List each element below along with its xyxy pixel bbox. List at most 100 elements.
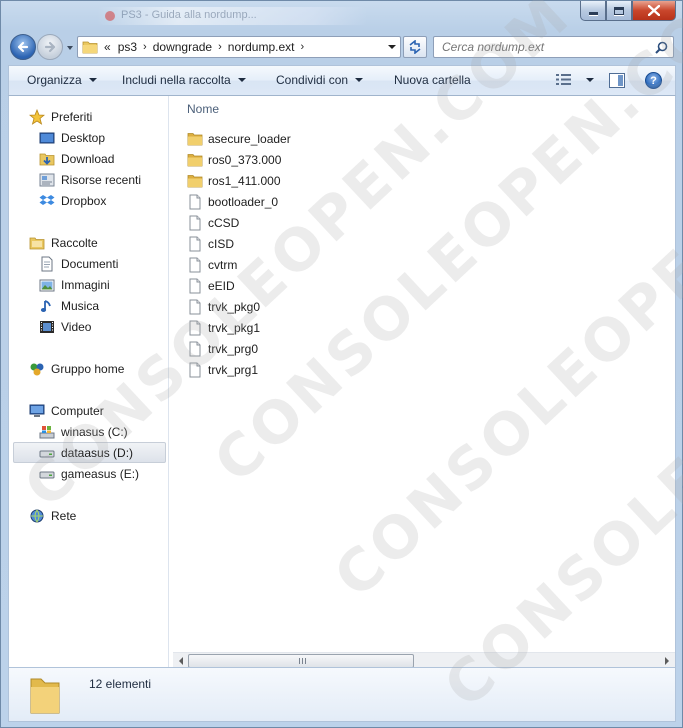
search-icon[interactable] — [655, 41, 668, 54]
nav-computer[interactable]: Computer — [29, 400, 104, 421]
pane-splitter[interactable] — [168, 96, 169, 667]
nav-item-documents[interactable]: Documenti — [39, 253, 118, 274]
file-name: ros1_411.000 — [208, 173, 281, 188]
file-name: cCSD — [208, 215, 240, 230]
nav-item-music[interactable]: Musica — [39, 295, 99, 316]
file-name: trvk_prg0 — [208, 341, 259, 356]
nav-network-label: Rete — [51, 508, 77, 523]
nav-item-label: Documenti — [61, 256, 119, 271]
breadcrumb-nordump[interactable]: nordump.ext — [228, 40, 295, 54]
computer-icon — [29, 404, 45, 417]
folder-icon — [30, 678, 60, 714]
file-row[interactable]: bootloader_0 — [187, 191, 278, 212]
maximize-button[interactable] — [606, 1, 632, 21]
scroll-left-icon[interactable] — [179, 657, 183, 665]
search-input[interactable] — [434, 37, 644, 57]
nav-item-label: gameasus (E:) — [61, 466, 140, 481]
folder-row[interactable]: asecure_loader — [187, 128, 291, 149]
desktop-icon — [39, 132, 55, 143]
breadcrumb-ps3[interactable]: ps3 — [118, 40, 137, 54]
file-row[interactable]: trvk_pkg1 — [187, 317, 260, 338]
nav-item-dropbox[interactable]: Dropbox — [39, 190, 106, 211]
nav-item-desktop[interactable]: Desktop — [39, 127, 105, 148]
file-name: ros0_373.000 — [208, 152, 282, 167]
file-name: trvk_pkg0 — [208, 299, 261, 314]
recent-pages-dropdown-icon[interactable] — [65, 43, 75, 53]
title-bar[interactable]: PS3 - Guida alla nordump... — [1, 1, 682, 31]
breadcrumb-separator-icon[interactable]: › — [218, 41, 222, 53]
command-bar: Organizza Includi nella raccolta Condivi… — [8, 65, 676, 96]
file-row[interactable]: cISD — [187, 233, 234, 254]
file-row[interactable]: cvtrm — [187, 254, 237, 275]
address-bar[interactable]: « ps3 › downgrade › nordump.ext › — [77, 36, 401, 58]
tab-title: PS3 - Guida alla nordump... — [121, 9, 257, 21]
file-row[interactable]: trvk_prg1 — [187, 359, 258, 380]
nav-homegroup[interactable]: Gruppo home — [29, 358, 124, 379]
nav-item-label: Video — [61, 319, 92, 334]
nav-item-label: Desktop — [61, 130, 106, 145]
nav-item-label: winasus (C:) — [61, 424, 128, 439]
organize-menu[interactable]: Organizza — [27, 73, 97, 87]
chevron-down-icon — [237, 78, 246, 82]
hard-drive-icon — [39, 450, 55, 457]
include-in-library-menu[interactable]: Includi nella raccolta — [122, 73, 246, 87]
nav-drive-e[interactable]: gameasus (E:) — [39, 463, 139, 484]
share-with-menu[interactable]: Condividi con — [276, 73, 364, 87]
file-list[interactable]: Nome asecure_loader ros0_373.000 ros1_411.… — [173, 96, 675, 667]
refresh-button[interactable] — [403, 36, 427, 58]
folder-icon — [187, 153, 203, 166]
address-history-dropdown-icon[interactable] — [388, 45, 396, 49]
forward-button[interactable] — [37, 34, 63, 60]
navigation-pane[interactable]: Preferiti Desktop Download Risorse recen… — [9, 96, 168, 667]
file-icon — [189, 236, 201, 251]
breadcrumb-separator-icon[interactable]: › — [143, 41, 147, 53]
nav-item-recent[interactable]: Risorse recenti — [39, 169, 141, 190]
breadcrumb-overflow[interactable]: « — [104, 40, 111, 54]
file-row[interactable]: cCSD — [187, 212, 239, 233]
system-drive-icon — [39, 425, 55, 438]
new-folder-button[interactable]: Nuova cartella — [394, 73, 471, 87]
nav-libraries[interactable]: Raccolte — [29, 232, 98, 253]
scroll-thumb[interactable] — [188, 654, 414, 668]
breadcrumb-downgrade[interactable]: downgrade — [153, 40, 212, 54]
breadcrumb-separator-icon[interactable]: › — [300, 41, 304, 53]
close-button[interactable] — [632, 1, 676, 21]
nav-network[interactable]: Rete — [29, 505, 76, 526]
help-icon: ? — [650, 74, 657, 87]
search-box[interactable] — [433, 36, 674, 58]
pictures-icon — [39, 279, 55, 291]
folder-row[interactable]: ros0_373.000 — [187, 149, 281, 170]
nav-item-video[interactable]: Video — [39, 316, 91, 337]
nav-drive-d[interactable]: dataasus (D:) — [13, 442, 166, 463]
file-row[interactable]: eEID — [187, 275, 235, 296]
arrow-right-icon — [44, 41, 56, 53]
dropbox-icon — [39, 194, 55, 205]
share-label: Condividi con — [276, 73, 349, 87]
help-button[interactable]: ? — [645, 72, 662, 89]
scroll-right-icon[interactable] — [665, 657, 669, 665]
file-name: bootloader_0 — [208, 194, 279, 209]
nav-libraries-label: Raccolte — [51, 235, 98, 250]
nav-item-pictures[interactable]: Immagini — [39, 274, 110, 295]
nav-favorites[interactable]: Preferiti — [29, 106, 92, 127]
file-icon — [189, 194, 201, 209]
file-row[interactable]: trvk_pkg0 — [187, 296, 260, 317]
tab-favicon-icon — [105, 11, 115, 21]
nav-drive-c[interactable]: winasus (C:) — [39, 421, 128, 442]
preview-pane-button[interactable] — [609, 73, 625, 88]
column-header-name[interactable]: Nome — [187, 102, 219, 116]
file-row[interactable]: trvk_prg0 — [187, 338, 258, 359]
minimize-button[interactable] — [580, 1, 606, 21]
nav-item-label: Risorse recenti — [61, 172, 142, 187]
folder-row[interactable]: ros1_411.000 — [187, 170, 281, 191]
nav-item-download[interactable]: Download — [39, 148, 114, 169]
file-icon — [189, 215, 201, 230]
file-icon — [189, 278, 201, 293]
change-view-button[interactable] — [556, 73, 594, 86]
caption-buttons — [580, 1, 676, 21]
back-button[interactable] — [10, 34, 36, 60]
details-pane: 12 elementi — [8, 667, 676, 722]
nav-item-label: dataasus (D:) — [61, 445, 134, 460]
organize-label: Organizza — [27, 73, 82, 87]
file-name: eEID — [208, 278, 235, 293]
